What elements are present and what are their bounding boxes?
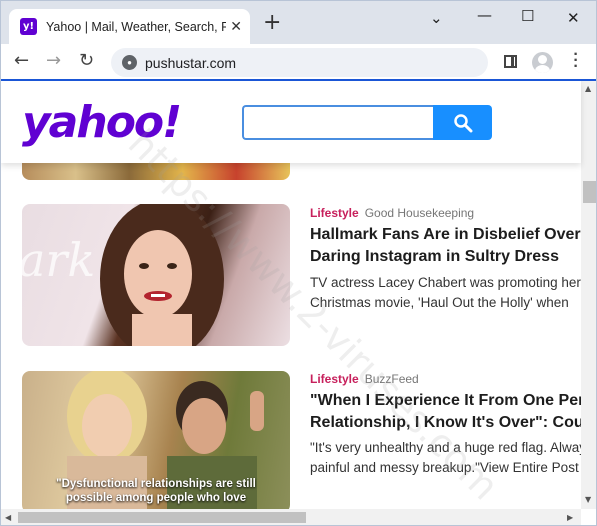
maximize-button[interactable]: ☐ (521, 7, 534, 25)
svg-text:ark: ark (22, 233, 95, 287)
image-caption: "Dysfunctional relationships are still p… (56, 478, 256, 504)
minimize-button[interactable]: — (477, 6, 492, 24)
browser-toolbar: ← → ↻ ● pushustar.com · · · (1, 44, 596, 81)
article-headline-line2[interactable]: Relationship, I Know It's Over": Couples (310, 412, 595, 434)
article-meta: Lifestyle BuzzFeed (310, 372, 419, 386)
article-image[interactable]: "Dysfunctional relationships are still p… (22, 371, 290, 513)
portrait-photo: ark (22, 204, 224, 346)
scroll-right-arrow-icon[interactable]: ▶ (567, 513, 573, 522)
article-summary-line2: Christmas movie, 'Haul Out the Holly' wh… (310, 295, 569, 310)
article-category[interactable]: Lifestyle (310, 372, 359, 386)
search-input[interactable] (242, 105, 434, 140)
kebab-menu-icon[interactable]: · · · (573, 47, 579, 75)
article-headline-line1[interactable]: "When I Experience It From One Person In… (310, 390, 595, 412)
article-source: BuzzFeed (364, 372, 419, 386)
scroll-down-arrow-icon[interactable]: ▼ (585, 495, 591, 504)
address-bar[interactable]: ● pushustar.com (111, 48, 488, 77)
article-headline-line2[interactable]: Daring Instagram in Sultry Dress (310, 246, 595, 268)
site-info-icon[interactable]: ● (122, 55, 137, 70)
article-category[interactable]: Lifestyle (310, 206, 359, 220)
vertical-scroll-thumb[interactable] (583, 181, 596, 203)
article-meta: Lifestyle Good Housekeeping (310, 206, 474, 220)
yahoo-header: yahoo! (1, 81, 581, 163)
horizontal-scrollbar[interactable]: ◀ ▶ (1, 509, 581, 525)
article-summary-line2: painful and messy breakup."View Entire P… (310, 460, 579, 475)
search-icon (453, 113, 472, 132)
tab-search-icon[interactable]: ⌄ (430, 9, 443, 27)
search-button[interactable] (433, 105, 492, 140)
horizontal-scroll-thumb[interactable] (18, 512, 306, 523)
url-text: pushustar.com (145, 54, 237, 71)
reload-icon[interactable]: ↻ (79, 51, 94, 71)
article-summary-line1: TV actress Lacey Chabert was promoting h… (310, 275, 581, 290)
article-image[interactable]: ark (22, 204, 290, 346)
tab-title: Yahoo | Mail, Weather, Search, Politics (46, 19, 226, 34)
yahoo-logo[interactable]: yahoo! (22, 97, 182, 148)
page-viewport: yahoo! ark Lifestyle Good Housekeeping H… (1, 81, 596, 525)
article-source: Good Housekeeping (364, 206, 475, 220)
new-tab-button[interactable]: + (263, 12, 281, 34)
browser-window: y! Yahoo | Mail, Weather, Search, Politi… (0, 0, 597, 526)
side-panel-icon[interactable] (504, 55, 517, 68)
scroll-left-arrow-icon[interactable]: ◀ (5, 513, 11, 522)
close-tab-icon[interactable]: ✕ (230, 18, 242, 34)
browser-tab[interactable]: y! Yahoo | Mail, Weather, Search, Politi… (9, 9, 250, 44)
vertical-scrollbar[interactable]: ▲ ▼ (581, 81, 596, 509)
forward-arrow-icon[interactable]: → (46, 51, 61, 71)
article-headline-line1[interactable]: Hallmark Fans Are in Disbelief Over (310, 224, 595, 246)
scroll-up-arrow-icon[interactable]: ▲ (585, 84, 591, 93)
back-arrow-icon[interactable]: ← (14, 51, 29, 71)
title-bar: y! Yahoo | Mail, Weather, Search, Politi… (1, 1, 596, 44)
close-window-button[interactable]: ✕ (567, 9, 580, 27)
article-summary-line1: "It's very unhealthy and a huge red flag… (310, 440, 593, 455)
yahoo-favicon-icon: y! (20, 18, 37, 35)
profile-avatar-icon[interactable] (532, 52, 553, 73)
